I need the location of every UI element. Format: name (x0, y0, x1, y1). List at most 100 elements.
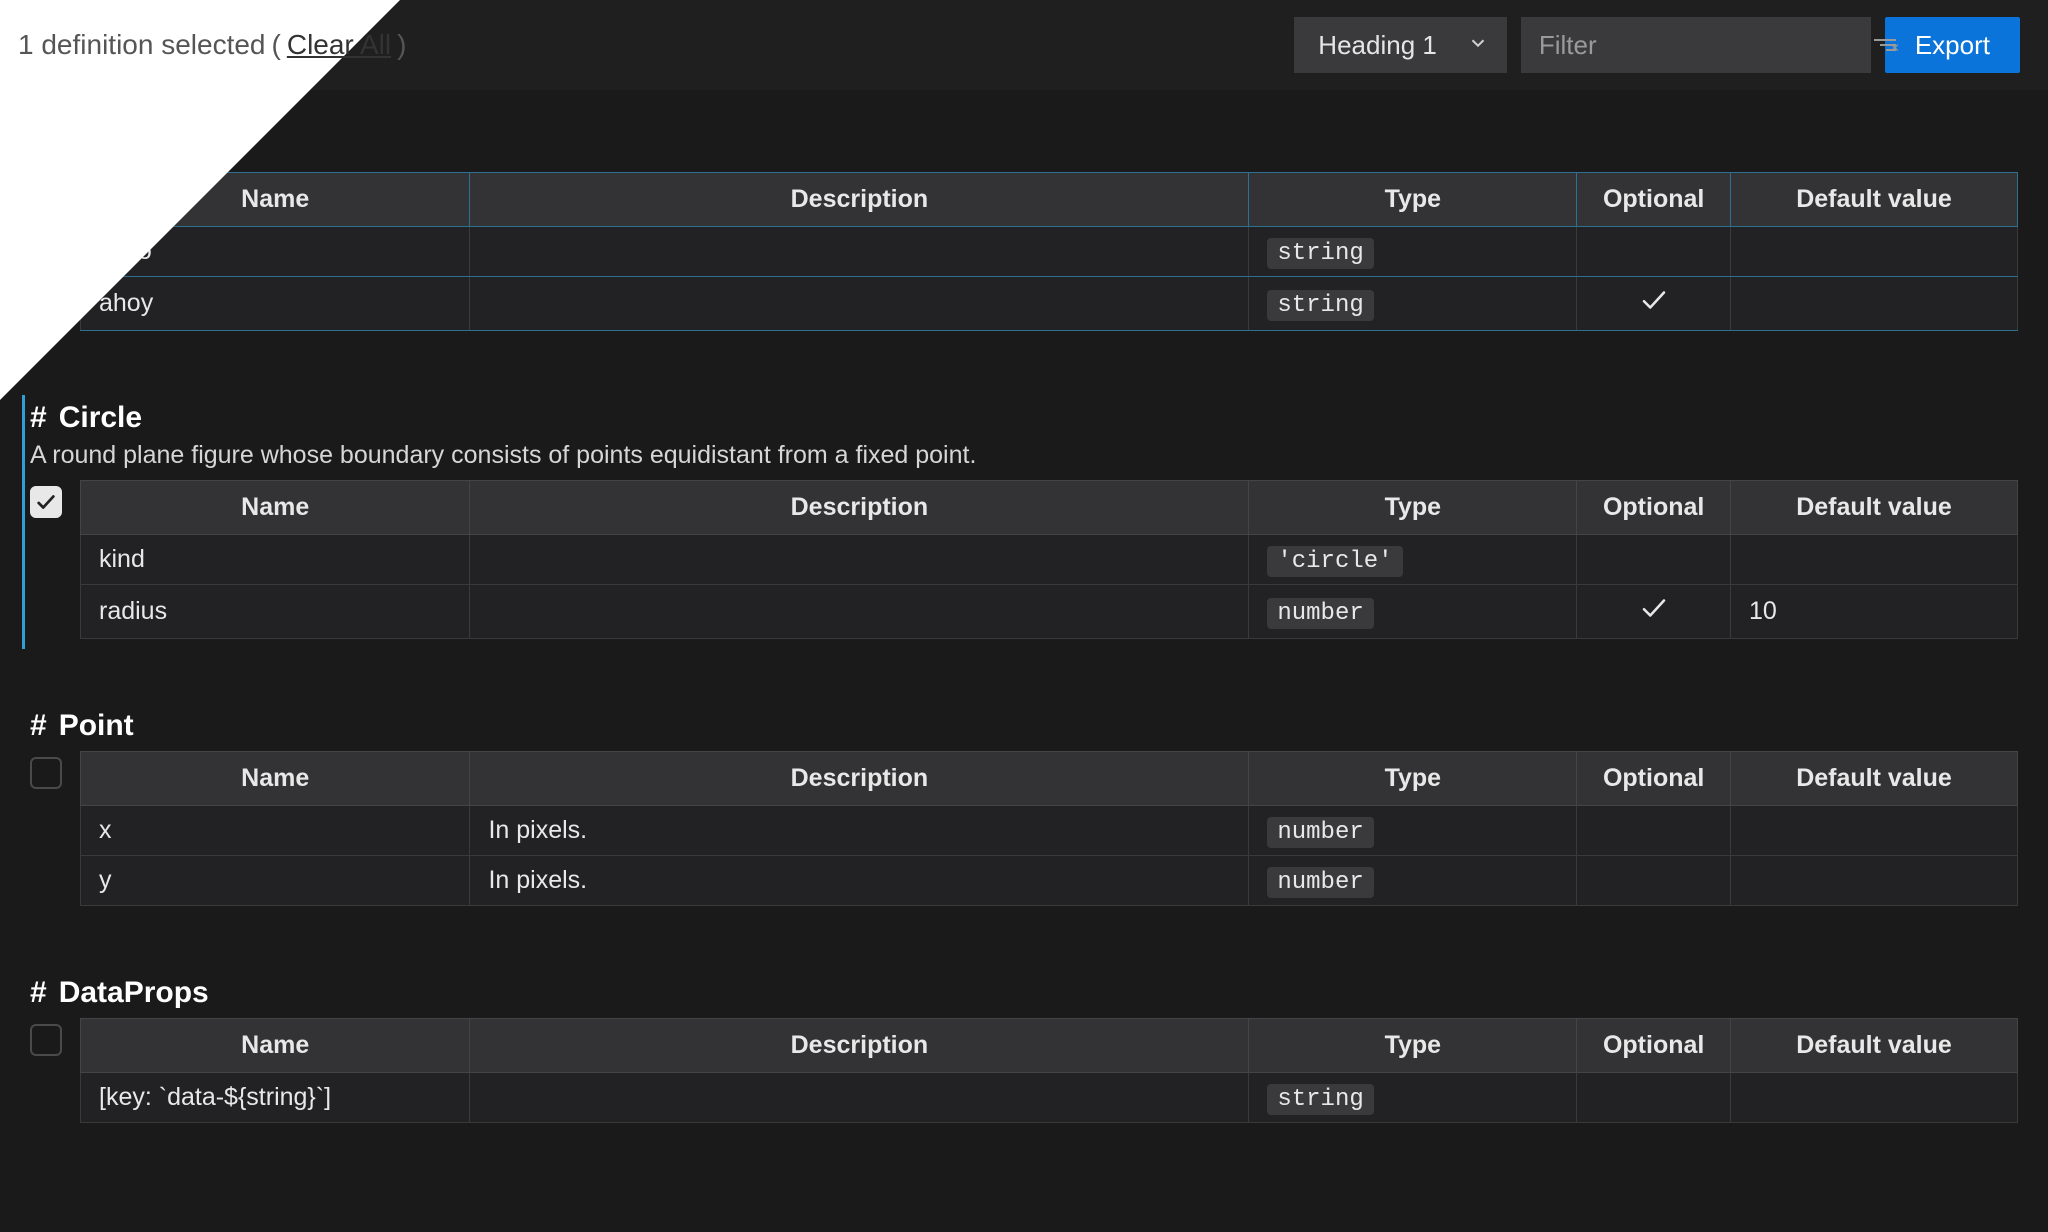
definitions-list: #GreetingNameDescriptionTypeOptionalDefa… (0, 90, 2048, 1232)
col-header-optional: Optional (1577, 1019, 1731, 1073)
table-row: xIn pixels.number (81, 806, 2018, 856)
section-body: NameDescriptionTypeOptionalDefault value… (30, 480, 2018, 639)
cell-name: ahoy (81, 277, 470, 331)
section-circle: # Circle A round plane figure whose bounda… (30, 401, 2018, 639)
cell-optional (1577, 585, 1731, 639)
section-heading: # Circle (30, 401, 2018, 435)
col-header-type: Type (1249, 1019, 1577, 1073)
section-heading: # Greeting (30, 130, 2018, 164)
properties-table: NameDescriptionTypeOptionalDefault value… (80, 1018, 2018, 1123)
section-body: NameDescriptionTypeOptionalDefault value… (30, 751, 2018, 906)
cell-optional (1577, 856, 1731, 906)
cell-type: number (1249, 856, 1577, 906)
properties-table: NameDescriptionTypeOptionalDefault value… (80, 172, 2018, 331)
cell-description (470, 277, 1249, 331)
cell-default (1731, 277, 2018, 331)
col-header-description: Description (470, 173, 1249, 227)
cell-type: string (1249, 227, 1577, 277)
section-heading: # Point (30, 709, 2018, 743)
cell-default (1731, 806, 2018, 856)
section-select-checkbox[interactable] (30, 757, 62, 789)
export-label: Export (1915, 30, 1990, 61)
hash-icon: # (30, 401, 47, 435)
col-header-name: Name (81, 173, 470, 227)
cell-name: [key: `data-${string}`] (81, 1073, 470, 1123)
heading-level-select[interactable]: Heading 1 (1294, 17, 1507, 73)
paren-open: ( (272, 29, 281, 61)
filter-box[interactable]: ✕ (1521, 17, 1871, 73)
cell-optional (1577, 1073, 1731, 1123)
selection-count-text: 1 definition selected (18, 29, 266, 61)
cell-default: 10 (1731, 585, 2018, 639)
cell-name: hello (81, 227, 470, 277)
cell-default (1731, 1073, 2018, 1123)
col-header-description: Description (470, 481, 1249, 535)
col-header-optional: Optional (1577, 481, 1731, 535)
cell-default (1731, 535, 2018, 585)
section-select-checkbox[interactable] (30, 1024, 62, 1056)
cell-optional (1577, 806, 1731, 856)
hash-icon: # (30, 976, 47, 1010)
properties-table: NameDescriptionTypeOptionalDefault value… (80, 751, 2018, 906)
col-header-description: Description (470, 1019, 1249, 1073)
section-point: # Point NameDescriptionTypeOptionalDefault… (30, 709, 2018, 906)
cell-type: string (1249, 1073, 1577, 1123)
check-icon (1595, 593, 1712, 623)
col-header-name: Name (81, 752, 470, 806)
col-header-description: Description (470, 752, 1249, 806)
cell-optional (1577, 277, 1731, 331)
filter-input[interactable] (1539, 30, 1874, 61)
col-header-default: Default value (1731, 1019, 2018, 1073)
section-description: A round plane figure whose boundary cons… (30, 441, 2018, 470)
toolbar: 1 definition selected (Clear All) Headin… (0, 0, 2048, 90)
section-greeting: # Greeting NameDescriptionTypeOptionalDefa… (30, 130, 2018, 331)
cell-name: radius (81, 585, 470, 639)
col-header-optional: Optional (1577, 173, 1731, 227)
cell-default (1731, 227, 2018, 277)
cell-name: y (81, 856, 470, 906)
table-row: [key: `data-${string}`] string (81, 1073, 2018, 1123)
chevron-down-icon (1467, 30, 1489, 61)
paren-close: ) (397, 29, 406, 61)
col-header-default: Default value (1731, 481, 2018, 535)
table-row: radius number 10 (81, 585, 2018, 639)
cell-type: string (1249, 277, 1577, 331)
clear-all-link[interactable]: Clear All (287, 29, 391, 61)
cell-description: In pixels. (470, 806, 1249, 856)
col-header-name: Name (81, 1019, 470, 1073)
cell-optional (1577, 535, 1731, 585)
table-row: hello string (81, 227, 2018, 277)
section-title: Point (59, 709, 134, 743)
cell-name: kind (81, 535, 470, 585)
cell-type: number (1249, 585, 1577, 639)
check-icon (1595, 285, 1712, 315)
section-select-checkbox[interactable] (30, 178, 62, 210)
col-header-default: Default value (1731, 173, 2018, 227)
col-header-default: Default value (1731, 752, 2018, 806)
section-body: NameDescriptionTypeOptionalDefault value… (30, 172, 2018, 331)
selection-status: 1 definition selected (Clear All) (18, 29, 406, 61)
col-header-name: Name (81, 481, 470, 535)
cell-type: 'circle' (1249, 535, 1577, 585)
cell-name: x (81, 806, 470, 856)
table-row: kind 'circle' (81, 535, 2018, 585)
section-title: Greeting (59, 130, 182, 164)
properties-table: NameDescriptionTypeOptionalDefault value… (80, 480, 2018, 639)
cell-description (470, 585, 1249, 639)
filter-clear-icon[interactable]: ✕ (1874, 39, 1896, 51)
table-row: ahoy string (81, 277, 2018, 331)
heading-level-label: Heading 1 (1318, 30, 1437, 61)
section-heading: # DataProps (30, 976, 2018, 1010)
hash-icon: # (30, 130, 47, 164)
cell-description (470, 227, 1249, 277)
col-header-type: Type (1249, 752, 1577, 806)
export-button[interactable]: Export (1885, 17, 2020, 73)
cell-description (470, 535, 1249, 585)
cell-description: In pixels. (470, 856, 1249, 906)
cell-type: number (1249, 806, 1577, 856)
section-select-checkbox[interactable] (30, 486, 62, 518)
hash-icon: # (30, 709, 47, 743)
section-title: DataProps (59, 976, 209, 1010)
section-title: Circle (59, 401, 142, 435)
col-header-type: Type (1249, 481, 1577, 535)
